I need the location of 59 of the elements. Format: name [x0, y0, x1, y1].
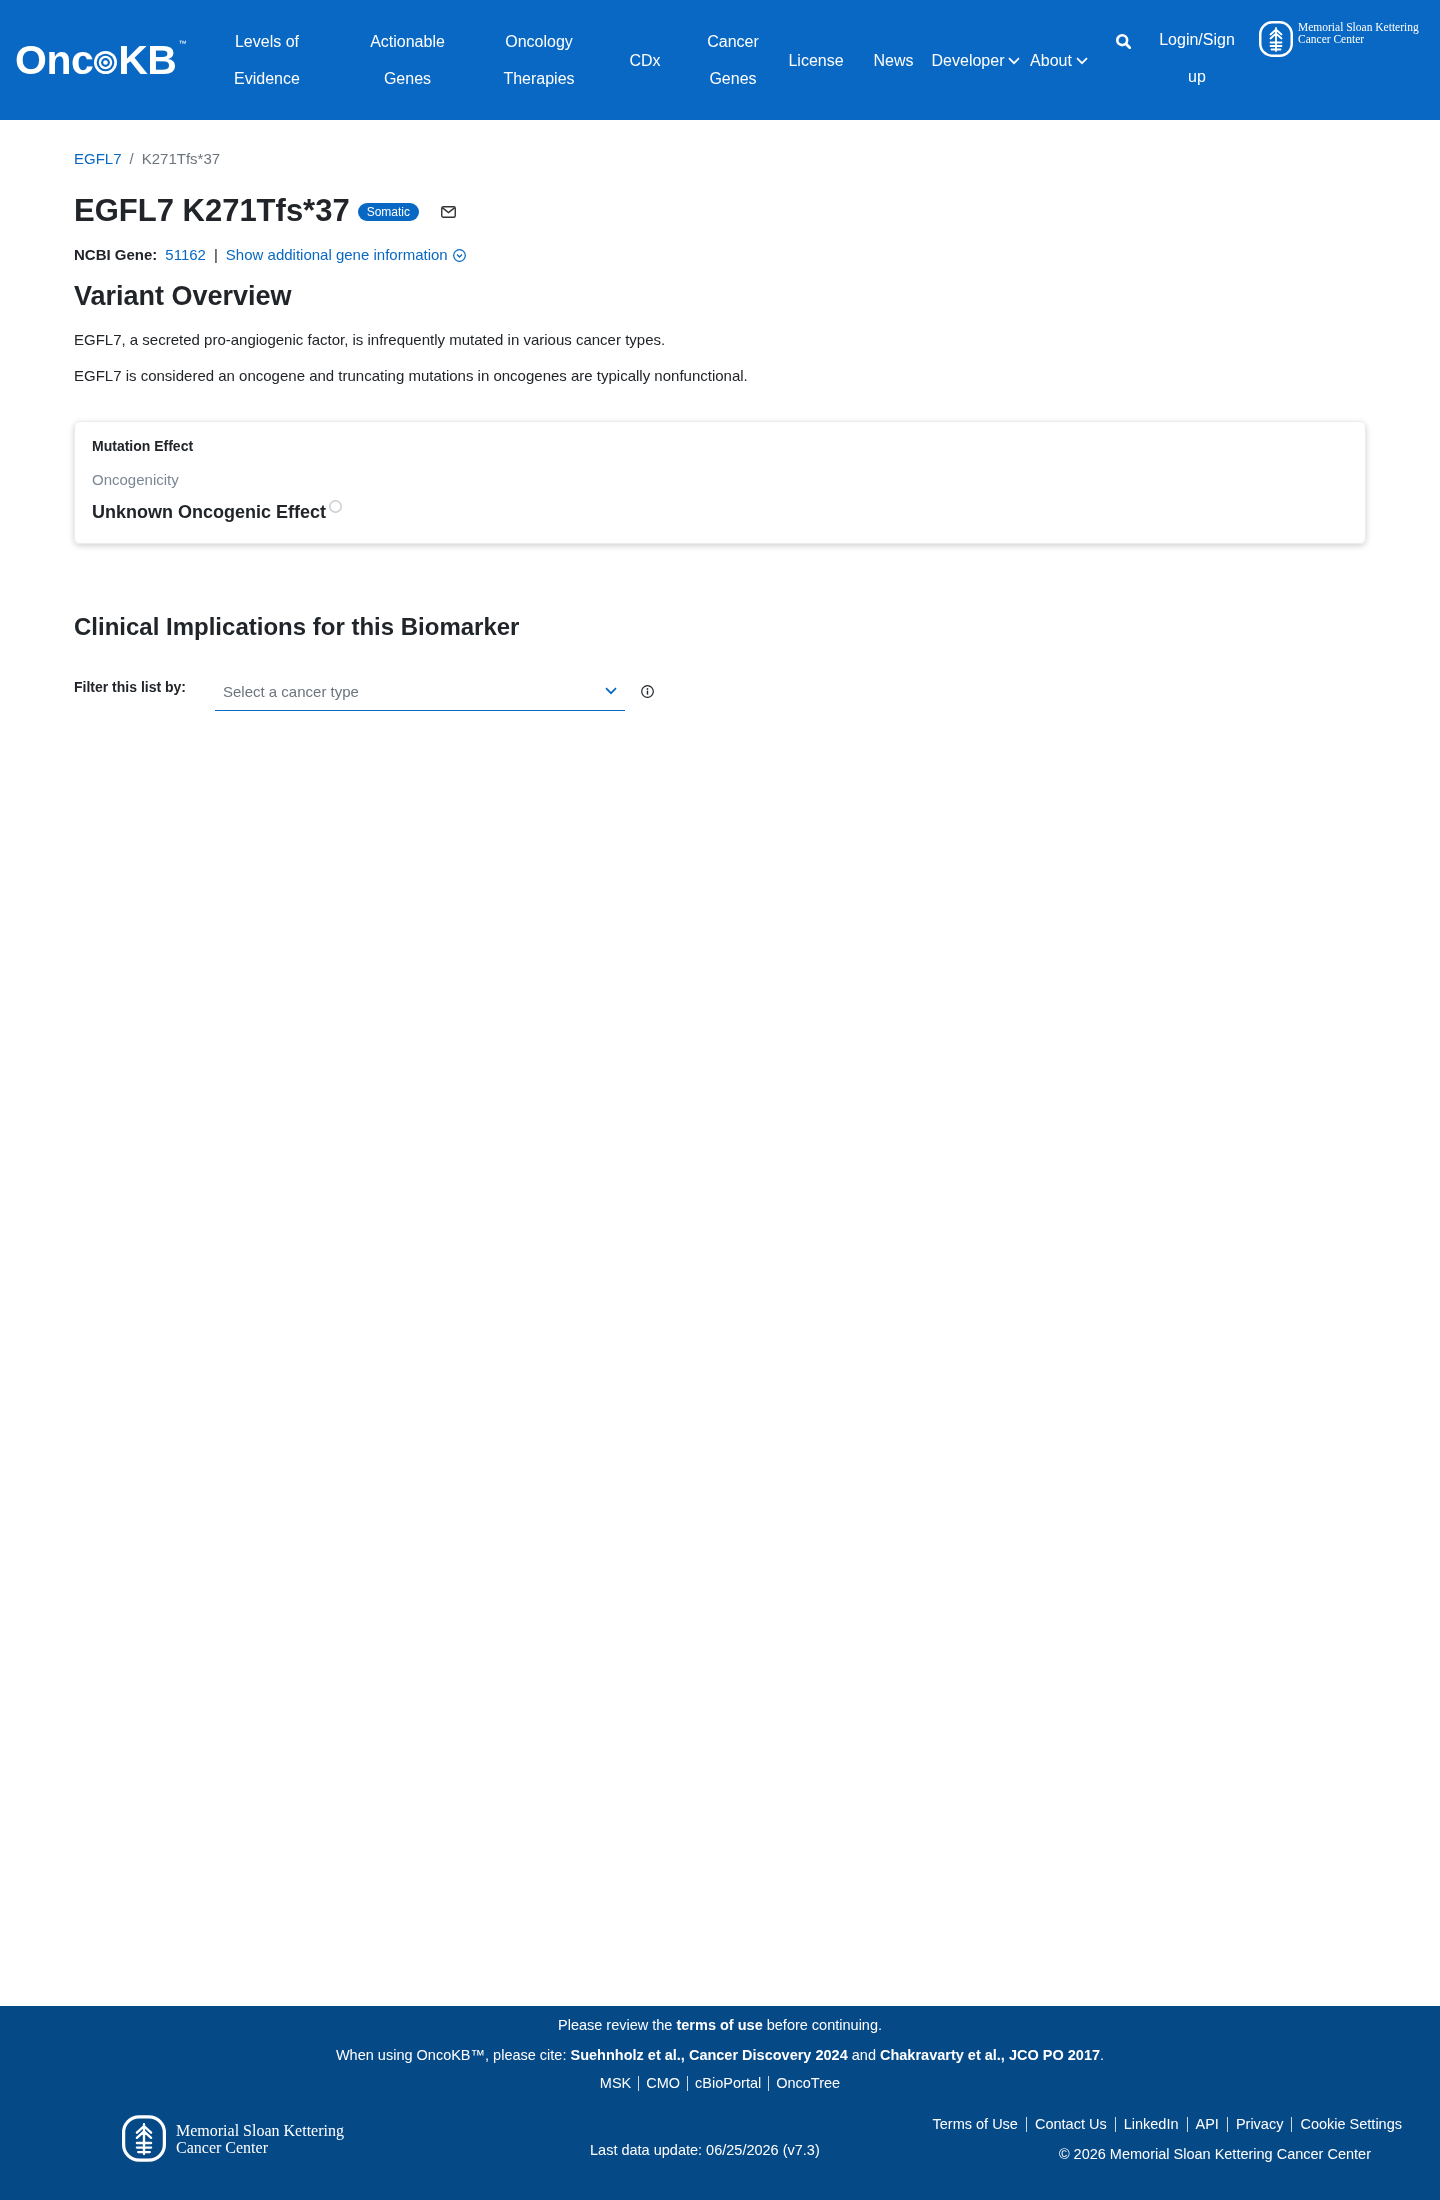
nav-link[interactable]: Levels of Evidence [221, 23, 313, 97]
footer-link[interactable]: CMO [646, 2073, 681, 2093]
breadcrumb-separator: / [129, 149, 134, 169]
envelope-icon[interactable] [441, 205, 457, 218]
somatic-badge: Somatic [357, 203, 420, 221]
gene-id-link[interactable]: 51162 [165, 245, 206, 265]
copyright: © 2026 Memorial Sloan Kettering Cancer Center [1058, 2145, 1371, 2164]
footer-link[interactable]: Contact Us [1034, 2114, 1107, 2134]
section-heading: Clinical Implications for this Biomarker [74, 612, 521, 642]
card-title: Mutation Effect [92, 437, 195, 456]
variant-title: EGFL7 K271Tfs*37 [74, 193, 350, 229]
overview-paragraph: EGFL7 is considered an oncogene and truncating mutations in oncogenes are typically nonfunctional. [74, 366, 749, 386]
chevron-circle-down-icon [452, 248, 466, 262]
chevron-down-icon [1008, 57, 1021, 65]
nav-dropdown[interactable]: Developer [931, 41, 1021, 79]
target-icon [94, 50, 118, 74]
msk-logo[interactable]: Memorial Sloan Kettering Cancer Center [122, 2115, 344, 2162]
chevron-down-icon [1075, 57, 1088, 65]
nav-link[interactable]: Actionable Genes [361, 23, 454, 97]
cancer-type-select[interactable]: Select a cancer type [215, 672, 599, 710]
nav-link[interactable]: Oncology Therapies [493, 23, 585, 97]
gene-info-toggle[interactable]: Show additional gene information [225, 245, 466, 265]
footer-link[interactable]: Cookie Settings [1300, 2114, 1402, 2134]
info-icon[interactable] [641, 685, 654, 698]
oncogenicity-value: Unknown Oncogenic Effect [92, 501, 327, 524]
msk-logo[interactable]: Memorial Sloan Kettering Cancer Center [1259, 21, 1419, 57]
footer-link[interactable]: OncoTree [776, 2073, 841, 2093]
nav-link[interactable]: News [873, 41, 914, 79]
emblem-icon [122, 2115, 166, 2162]
breadcrumb-current: K271Tfs*37 [141, 149, 221, 169]
footer-link[interactable]: Terms of Use [932, 2114, 1018, 2134]
gene-label: NCBI Gene: [74, 245, 158, 265]
search-icon[interactable] [1115, 33, 1131, 49]
footer-link[interactable]: MSK [599, 2073, 632, 2093]
nav-dropdown[interactable]: About [1030, 41, 1088, 79]
section-heading: Variant Overview [74, 280, 293, 312]
overview-paragraph: EGFL7, a secreted pro-angiogenic factor, is infrequently mutated in various cancer types. [74, 330, 667, 350]
circle-icon [329, 500, 343, 513]
footer-notice-link[interactable]: terms of use [676, 2017, 763, 2033]
filter-label: Filter this list by: [74, 678, 187, 697]
oncokb-logo[interactable]: Onc KB$^{™}$ [15, 39, 186, 81]
nav-link[interactable]: License [788, 41, 844, 79]
last-update: Last data update: 06/25/2026 (v7.3) [590, 2141, 820, 2160]
login-link[interactable]: Login/Sign up [1155, 21, 1239, 95]
nav-link[interactable]: Cancer Genes [690, 23, 776, 97]
footer-link[interactable]: cBioPortal [695, 2073, 762, 2093]
footer-notice: Please review the terms of use before continuing. [557, 2016, 883, 2035]
chevron-down-icon [605, 687, 617, 695]
emblem-icon [1259, 21, 1293, 57]
pipe-separator: | [213, 245, 218, 265]
footer-link[interactable]: API [1195, 2114, 1219, 2134]
footer-link[interactable]: Privacy [1235, 2114, 1284, 2134]
footer-notice-link[interactable]: Suehnholz et al., Cancer Discovery 2024 [570, 2047, 848, 2063]
breadcrumb-link[interactable]: EGFL7 [74, 149, 122, 169]
footer-notice-link[interactable]: Chakravarty et al., JCO PO 2017 [879, 2047, 1100, 2063]
nav-link[interactable]: CDx [629, 41, 661, 79]
footer-notice: When using OncoKB™, please cite: Suehnholz et al., Cancer Discovery 2024 and Chakravarty et al., JCO PO 2017. [334, 2046, 1106, 2065]
footer-link[interactable]: LinkedIn [1123, 2114, 1179, 2134]
oncogenicity-label: Oncogenicity [92, 470, 180, 490]
